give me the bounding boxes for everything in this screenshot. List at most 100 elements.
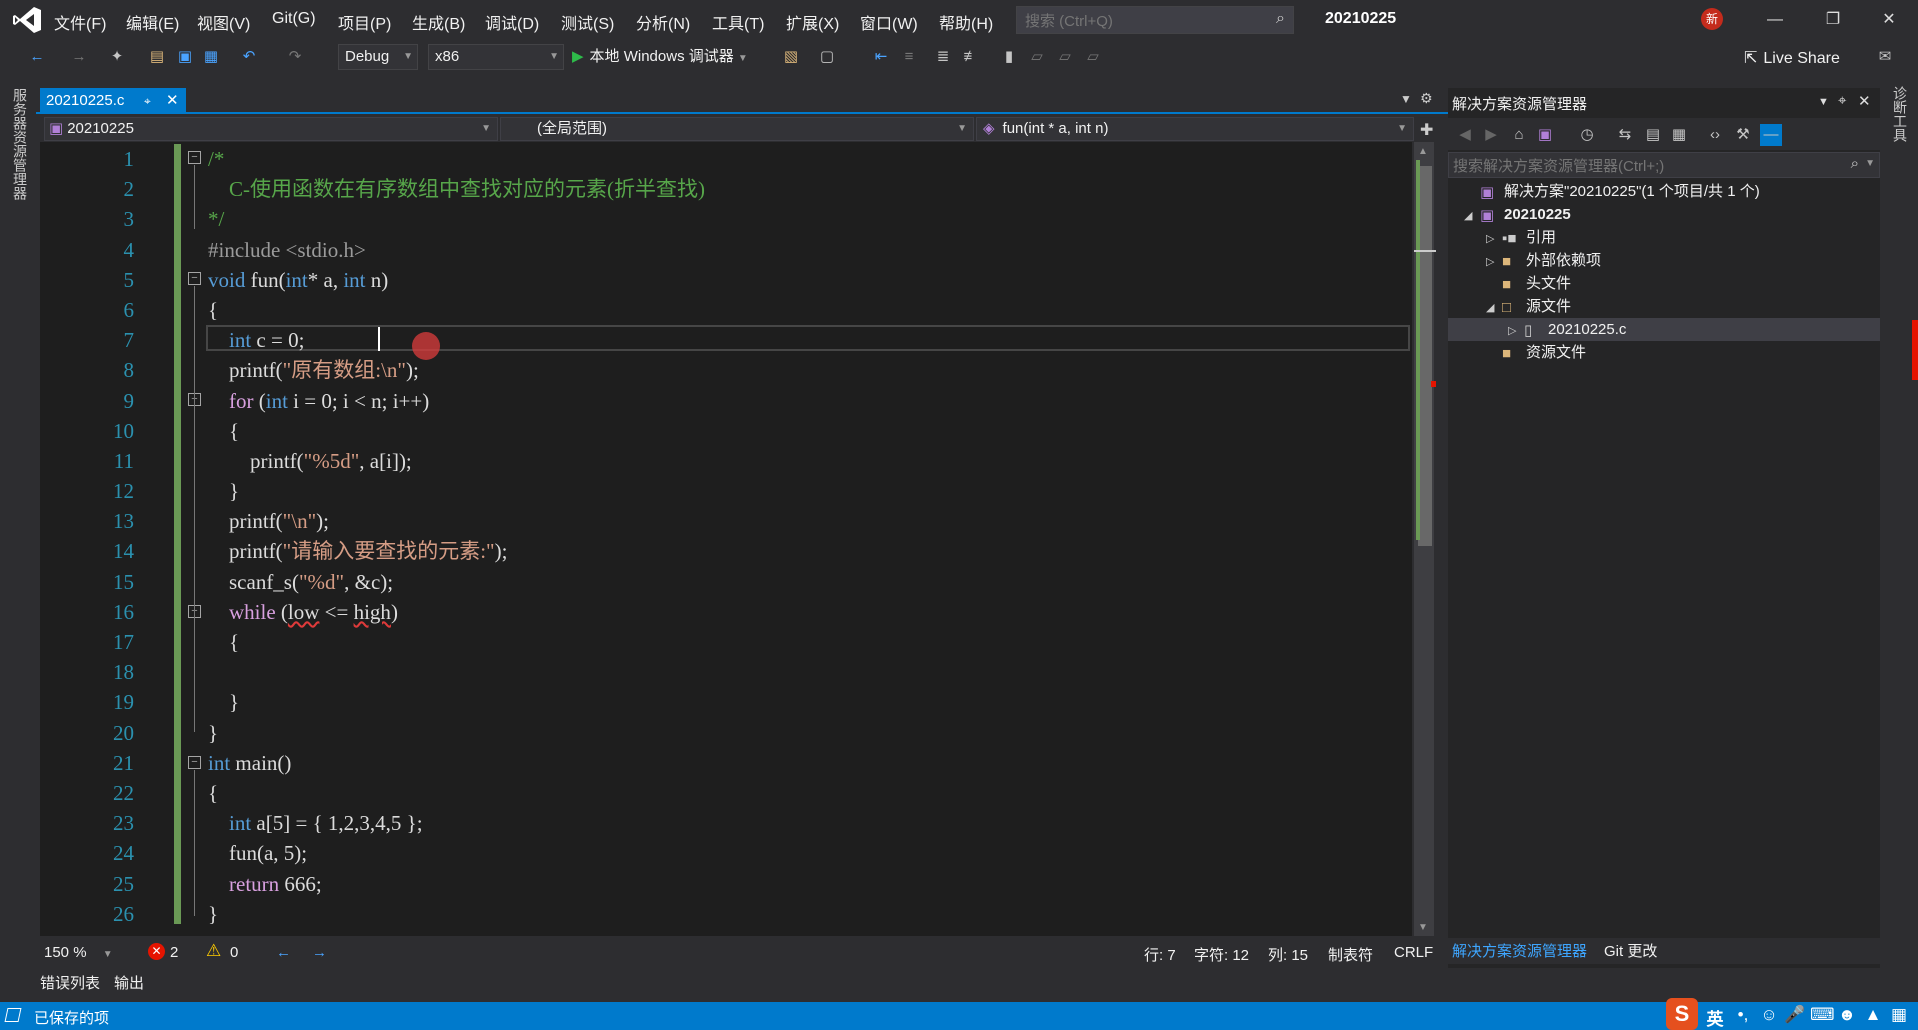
- search-box[interactable]: ⌕: [1016, 6, 1294, 35]
- fold-toggle-icon[interactable]: −: [188, 151, 201, 164]
- expanded-arrow-icon[interactable]: ◢: [1486, 297, 1502, 320]
- history-icon[interactable]: ◷: [1576, 124, 1598, 146]
- menu-edit[interactable]: 编辑(E): [126, 10, 179, 34]
- fold-toggle-icon[interactable]: −: [188, 756, 201, 769]
- toolbox-icon[interactable]: ▦: [1888, 1005, 1910, 1025]
- uncomment-icon[interactable]: ≢: [960, 46, 982, 68]
- collapse-all-icon[interactable]: ▤: [1642, 124, 1664, 146]
- member-combo[interactable]: ◈ fun(int * a, int n) ▼: [976, 117, 1414, 141]
- warning-icon[interactable]: ⚠: [206, 941, 221, 961]
- menu-git[interactable]: Git(G): [272, 10, 316, 28]
- error-icon[interactable]: ✕: [148, 943, 165, 960]
- diagnostic-tools-tab[interactable]: 诊断工具: [1890, 86, 1910, 142]
- server-explorer-tab[interactable]: 服务器资源管理器: [10, 88, 30, 200]
- col-indicator[interactable]: 列: 15: [1268, 944, 1308, 965]
- start-debugging-button[interactable]: ▶ 本地 Windows 调试器 ▼: [572, 44, 748, 70]
- close-panel-icon[interactable]: ✕: [1858, 92, 1871, 110]
- tree-item-references[interactable]: ▷ ▪■ 引用: [1448, 226, 1880, 249]
- sync-icon[interactable]: ⇆: [1614, 124, 1636, 146]
- view-code-icon[interactable]: ‹›: [1704, 124, 1726, 146]
- tab-error-list[interactable]: 错误列表: [40, 972, 100, 993]
- save-all-icon[interactable]: ▦: [200, 46, 222, 68]
- show-all-files-icon[interactable]: ▦: [1668, 124, 1690, 146]
- search-icon[interactable]: ⌕: [1276, 10, 1285, 28]
- scroll-down-icon[interactable]: ▼: [1418, 922, 1428, 933]
- warning-count[interactable]: 0: [230, 944, 238, 961]
- pin-icon[interactable]: ⌖: [1838, 92, 1846, 109]
- tab-list-dropdown-icon[interactable]: ▼: [1400, 92, 1412, 106]
- search-input[interactable]: [1017, 7, 1263, 35]
- user-icon[interactable]: ☻: [1836, 1005, 1858, 1025]
- configuration-select[interactable]: Debug ▼: [338, 44, 418, 70]
- tree-item-project[interactable]: ◢ ▣ 20210225: [1448, 203, 1880, 226]
- zoom-select[interactable]: 150 % ▼: [44, 944, 113, 961]
- properties-wrench-icon[interactable]: ⚒: [1732, 124, 1754, 146]
- preview-icon[interactable]: —: [1760, 124, 1782, 146]
- scrollbar-thumb[interactable]: [1418, 166, 1432, 546]
- microphone-icon[interactable]: 🎤: [1784, 1005, 1806, 1025]
- minimize-icon[interactable]: —: [1752, 6, 1798, 34]
- menu-debug[interactable]: 调试(D): [485, 10, 539, 34]
- feedback-icon[interactable]: ✉: [1874, 46, 1896, 68]
- eol-indicator[interactable]: CRLF: [1394, 944, 1433, 961]
- tree-item-source-file[interactable]: ▷ ▯ 20210225.c: [1448, 318, 1880, 341]
- char-indicator[interactable]: 字符: 12: [1194, 944, 1249, 965]
- switch-views-icon[interactable]: ▣: [1534, 124, 1556, 146]
- back-icon[interactable]: ◀: [1454, 124, 1476, 146]
- scope-combo[interactable]: (全局范围) ▼: [500, 117, 974, 141]
- fold-toggle-icon[interactable]: −: [188, 272, 201, 285]
- screenshot-icon[interactable]: ▢: [816, 46, 838, 68]
- save-icon[interactable]: ▣: [174, 46, 196, 68]
- platform-select[interactable]: x86 ▼: [428, 44, 564, 70]
- tree-item-source-files[interactable]: ◢ □ 源文件: [1448, 295, 1880, 318]
- keyboard-icon[interactable]: ⌨: [1810, 1005, 1835, 1025]
- close-icon[interactable]: ✕: [1866, 6, 1912, 34]
- line-indicator[interactable]: 行: 7: [1144, 944, 1176, 965]
- solution-search-input[interactable]: [1449, 153, 1837, 179]
- project-combo[interactable]: ▣ 20210225 ▼: [44, 117, 498, 141]
- live-share-button[interactable]: ⇱ Live Share: [1744, 48, 1840, 68]
- undo-icon[interactable]: ↶: [238, 46, 260, 68]
- menu-window[interactable]: 窗口(W): [860, 10, 918, 34]
- next-bookmark-icon[interactable]: ▱: [1054, 46, 1076, 68]
- step-icon[interactable]: ⇤: [870, 46, 892, 68]
- prev-bookmark-icon[interactable]: ▱: [1026, 46, 1048, 68]
- tree-item-solution[interactable]: ▣ 解决方案"20210225"(1 个项目/共 1 个): [1448, 180, 1880, 203]
- tree-item-header-files[interactable]: ■ 头文件: [1448, 272, 1880, 295]
- menu-build[interactable]: 生成(B): [412, 10, 465, 34]
- step-over-icon[interactable]: ≡: [898, 46, 920, 68]
- menu-analyze[interactable]: 分析(N): [636, 10, 690, 34]
- pin-icon[interactable]: ⌖: [144, 88, 151, 114]
- expanded-arrow-icon[interactable]: ◢: [1464, 205, 1480, 228]
- clear-bookmarks-icon[interactable]: ▱: [1082, 46, 1104, 68]
- collapsed-arrow-icon[interactable]: ▷: [1486, 251, 1502, 274]
- tab-solution-explorer[interactable]: 解决方案资源管理器: [1452, 940, 1587, 961]
- back-icon[interactable]: ←: [26, 46, 48, 68]
- scroll-up-icon[interactable]: ▲: [1418, 146, 1428, 157]
- skin-icon[interactable]: ▲: [1862, 1005, 1884, 1025]
- prev-issue-icon[interactable]: ←: [276, 944, 291, 961]
- tree-item-resource-files[interactable]: ■ 资源文件: [1448, 341, 1880, 364]
- search-icon[interactable]: ⌕: [1851, 155, 1859, 172]
- panel-menu-icon[interactable]: ▼: [1818, 96, 1829, 108]
- menu-tools[interactable]: 工具(T): [712, 10, 764, 34]
- menu-help[interactable]: 帮助(H): [939, 10, 993, 34]
- restore-icon[interactable]: ❐: [1810, 6, 1856, 34]
- tree-item-external-deps[interactable]: ▷ ■ 外部依赖项: [1448, 249, 1880, 272]
- tab-output[interactable]: 输出: [114, 972, 144, 993]
- bookmark-icon[interactable]: ▮: [998, 46, 1020, 68]
- gear-icon[interactable]: ⚙: [1420, 90, 1433, 107]
- indent-indicator[interactable]: 制表符: [1328, 944, 1373, 965]
- error-count[interactable]: 2: [170, 944, 178, 961]
- punctuation-icon[interactable]: •,: [1732, 1005, 1754, 1025]
- menu-project[interactable]: 项目(P): [338, 10, 391, 34]
- menu-extensions[interactable]: 扩展(X): [786, 10, 839, 34]
- ime-mode[interactable]: 英: [1704, 1005, 1726, 1030]
- menu-file[interactable]: 文件(F): [54, 10, 106, 34]
- open-folder-icon[interactable]: ▤: [146, 46, 168, 68]
- home-icon[interactable]: ⌂: [1508, 124, 1530, 146]
- new-notification-badge[interactable]: 新: [1701, 8, 1723, 30]
- close-tab-icon[interactable]: ✕: [166, 88, 179, 114]
- redo-icon[interactable]: ↷: [284, 46, 306, 68]
- browser-link-icon[interactable]: ▧: [780, 46, 802, 68]
